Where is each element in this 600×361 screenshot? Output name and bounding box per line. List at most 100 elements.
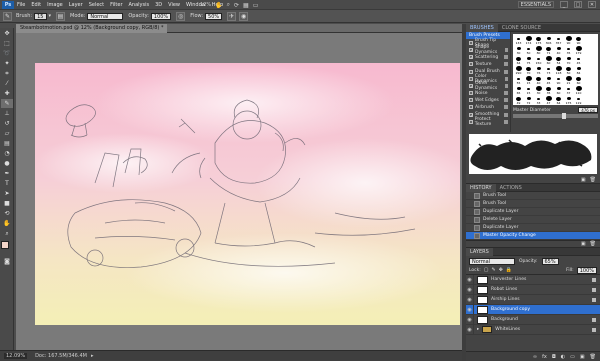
checkbox-icon[interactable] xyxy=(469,62,473,67)
tab-history[interactable]: HISTORY xyxy=(466,183,496,192)
lock-position-icon[interactable]: ✥ xyxy=(499,267,503,273)
brush-preset[interactable]: 35 xyxy=(544,85,553,95)
lock-icon[interactable] xyxy=(504,83,508,88)
checkbox-icon[interactable] xyxy=(469,69,473,74)
menu-item-image[interactable]: Image xyxy=(47,2,63,8)
brush-setting-texture[interactable]: Texture xyxy=(466,61,510,68)
quick-mask-icon[interactable]: ◙ xyxy=(1,257,13,266)
brush-preset[interactable]: 90 xyxy=(554,75,563,85)
eyedropper-tool-icon[interactable]: ⁄ xyxy=(1,79,13,88)
hand-tool-icon[interactable]: ✋ xyxy=(215,2,222,9)
crop-tool-icon[interactable]: ⌗ xyxy=(1,69,13,78)
brush-preset[interactable]: 50 xyxy=(524,45,533,55)
maximize-button[interactable]: □ xyxy=(574,1,582,8)
master-diameter-field[interactable]: 476 px xyxy=(578,107,598,113)
delete-layer-icon[interactable]: 🗑 xyxy=(590,354,596,360)
layer-opacity-field[interactable]: 65% xyxy=(541,257,559,265)
brush-setting-wet-edges[interactable]: Wet Edges xyxy=(466,97,510,104)
layer-row[interactable]: ◉ Harvester Lines xyxy=(466,274,600,285)
foreground-color-swatch[interactable] xyxy=(1,241,9,249)
lock-icon[interactable] xyxy=(504,62,508,67)
brush-preset[interactable]: 174 xyxy=(524,35,533,45)
menu-item-file[interactable]: File xyxy=(17,2,25,8)
brush-preset[interactable]: 119 xyxy=(574,95,583,105)
brush-preset[interactable]: 75 xyxy=(524,55,533,65)
pressure-opacity-icon[interactable]: ◎ xyxy=(176,11,186,21)
layer-row[interactable]: ◉ Robot Lines xyxy=(466,284,600,295)
lock-icon[interactable] xyxy=(504,47,508,52)
checkbox-icon[interactable] xyxy=(469,119,473,124)
brush-preset[interactable]: 133 xyxy=(514,35,523,45)
layer-row[interactable]: ◉ Background copy xyxy=(466,304,600,315)
brush-preset[interactable]: 54 xyxy=(554,55,563,65)
history-state[interactable]: Brush Tool xyxy=(466,200,600,208)
brush-preset[interactable]: 90 xyxy=(564,35,573,45)
move-tool-icon[interactable]: ✥ xyxy=(1,29,13,38)
workspace-switcher[interactable]: ESSENTIALS xyxy=(517,1,554,8)
menu-item-analysis[interactable]: Analysis xyxy=(129,2,150,8)
brush-preset[interactable]: 60 xyxy=(554,85,563,95)
brush-preset[interactable]: 55 xyxy=(514,75,523,85)
document-canvas[interactable] xyxy=(35,63,460,325)
brush-preset[interactable]: 118 xyxy=(554,65,563,75)
checkbox-icon[interactable] xyxy=(469,105,473,110)
lock-image-icon[interactable]: ✎ xyxy=(492,267,496,273)
lock-icon[interactable] xyxy=(504,76,508,81)
pen-tool-icon[interactable]: ✒ xyxy=(1,169,13,178)
brush-preset[interactable]: 15 xyxy=(524,75,533,85)
adjustment-layer-icon[interactable]: ◐ xyxy=(561,354,565,360)
zoom-tool-icon[interactable]: ⌕ xyxy=(1,229,13,238)
brush-tool-icon[interactable]: ✎ xyxy=(3,11,12,21)
brush-preset[interactable]: 90 xyxy=(574,35,583,45)
brush-preset[interactable]: 76 xyxy=(534,65,543,75)
brush-preset[interactable]: 72 xyxy=(524,95,533,105)
master-diameter-slider[interactable] xyxy=(513,113,598,119)
checkbox-icon[interactable] xyxy=(469,40,473,45)
brush-preset[interactable]: 33 xyxy=(534,95,543,105)
brush-setting-other-dynamics[interactable]: ✓ Other Dynamics xyxy=(466,81,510,91)
brush-preset[interactable]: 47 xyxy=(544,95,553,105)
menu-item-edit[interactable]: Edit xyxy=(31,2,41,8)
screen-mode-icon[interactable]: ▭ xyxy=(253,2,259,9)
history-state[interactable]: Master Opacity Change xyxy=(466,232,600,240)
brush-preset[interactable]: 84 xyxy=(574,65,583,75)
tab-actions[interactable]: ACTIONS xyxy=(496,184,526,192)
tab-clone-source[interactable]: CLONE SOURCE xyxy=(498,24,545,32)
hand-tool-icon[interactable]: ✋ xyxy=(1,219,13,228)
new-brush-icon[interactable]: ▣ xyxy=(581,177,586,183)
checkbox-icon[interactable] xyxy=(469,91,473,96)
lock-icon[interactable] xyxy=(504,105,508,110)
lasso-tool-icon[interactable]: ➰ xyxy=(1,49,13,58)
brush-tool-icon[interactable]: ✎ xyxy=(1,99,13,108)
lock-icon[interactable] xyxy=(504,112,508,117)
brush-setting-scattering[interactable]: ✓ Scattering xyxy=(466,54,510,61)
history-state[interactable]: Brush Tool xyxy=(466,192,600,200)
magic-wand-tool-icon[interactable]: ✦ xyxy=(1,59,13,68)
brush-preset[interactable]: 70 xyxy=(524,65,533,75)
brush-preset[interactable]: 37 xyxy=(564,85,573,95)
menu-item-select[interactable]: Select xyxy=(89,2,104,8)
brush-size-field[interactable]: 15 xyxy=(34,12,47,20)
brush-setting-airbrush[interactable]: Airbrush xyxy=(466,104,510,111)
brush-preset[interactable]: 64 xyxy=(554,95,563,105)
checkbox-icon[interactable]: ✓ xyxy=(469,47,473,52)
brush-preset[interactable]: 49 xyxy=(514,95,523,105)
eye-icon[interactable]: ◉ xyxy=(466,324,474,335)
lock-icon[interactable] xyxy=(504,55,508,60)
checkbox-icon[interactable] xyxy=(469,76,473,81)
new-layer-icon[interactable]: ▣ xyxy=(580,354,585,360)
brush-preset[interactable]: 21 xyxy=(564,75,573,85)
eye-icon[interactable]: ◉ xyxy=(466,304,474,315)
layer-row[interactable]: ◉ ▸ WhiteLines xyxy=(466,324,600,335)
mode-select[interactable]: Normal xyxy=(87,12,124,20)
checkbox-icon[interactable]: ✓ xyxy=(469,55,473,60)
link-layers-icon[interactable]: ∞ xyxy=(533,354,537,360)
brush-setting-protect-texture[interactable]: Protect Texture xyxy=(466,117,510,127)
layer-row[interactable]: ◉ Background xyxy=(466,314,600,325)
menu-item-view[interactable]: View xyxy=(168,2,180,8)
chevron-down-icon[interactable]: ▾ xyxy=(49,13,52,19)
layer-mask-icon[interactable]: ◘ xyxy=(552,354,556,360)
brush-preset[interactable]: 30 xyxy=(534,85,543,95)
brush-preset[interactable]: 110 xyxy=(574,85,583,95)
brush-panel-toggle-icon[interactable]: ▤ xyxy=(56,11,66,21)
